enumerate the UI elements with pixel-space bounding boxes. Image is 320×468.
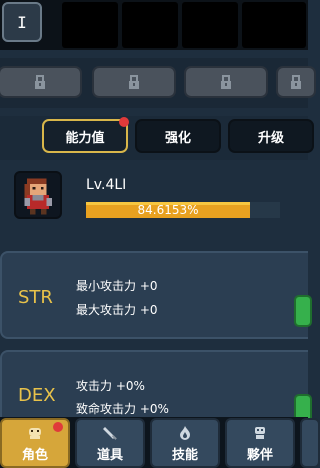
notification-dot xyxy=(53,422,63,432)
lock-icon xyxy=(35,75,45,89)
stat-name: STR xyxy=(18,287,53,308)
exp-bar: 84.6153% xyxy=(86,202,280,218)
nav-label: 夥伴 xyxy=(246,448,273,463)
locked-buttons-row xyxy=(0,58,316,108)
tab-label: 强化 xyxy=(164,130,191,146)
character-portrait-icon xyxy=(24,178,52,215)
top-slot-bar: I xyxy=(0,0,308,50)
sword-icon xyxy=(103,427,117,440)
lock-icon xyxy=(221,75,231,89)
empty-slot[interactable] xyxy=(242,2,306,48)
character-icon xyxy=(29,428,41,439)
lock-icon xyxy=(291,75,301,89)
notification-dot xyxy=(119,117,129,127)
character-profile: Lv.4LI 84.6153% xyxy=(0,163,308,238)
nav-label: 技能 xyxy=(171,448,198,463)
nav-label: 角色 xyxy=(21,448,48,463)
tab-bar: 能力值 强化 升级 xyxy=(0,116,314,160)
stat-effect: 最小攻击力 +0 xyxy=(76,279,158,293)
stat-upgrade-button[interactable] xyxy=(294,295,312,327)
exp-percent: 84.6153% xyxy=(137,203,199,217)
tab-upgrade[interactable]: 升级 xyxy=(228,119,314,153)
empty-slot[interactable] xyxy=(62,2,118,48)
nav-items[interactable]: 道具 xyxy=(75,418,145,468)
empty-slot[interactable] xyxy=(122,2,178,48)
nav-companions[interactable]: 夥伴 xyxy=(225,418,295,468)
stat-effect: 致命攻击力 +0% xyxy=(76,402,169,416)
locked-button[interactable] xyxy=(184,66,268,98)
companion-icon xyxy=(255,427,265,439)
stat-card-str: STR 最小攻击力 +0 最大攻击力 +0 xyxy=(0,251,312,339)
character-level: Lv.4LI xyxy=(86,177,127,193)
nav-skills[interactable]: 技能 xyxy=(150,418,220,468)
flame-icon xyxy=(180,426,190,440)
tab-stats[interactable]: 能力值 xyxy=(42,119,128,153)
slot-first[interactable]: I xyxy=(2,2,42,42)
avatar xyxy=(14,171,62,219)
tab-label: 能力值 xyxy=(65,130,105,146)
empty-slot[interactable] xyxy=(182,2,238,48)
tab-label: 升级 xyxy=(257,130,284,146)
stat-effect: 攻击力 +0% xyxy=(76,379,145,393)
locked-button[interactable] xyxy=(276,66,316,98)
locked-button[interactable] xyxy=(92,66,176,98)
nav-more[interactable] xyxy=(300,418,320,468)
nav-label: 道具 xyxy=(96,448,123,463)
tab-enhance[interactable]: 强化 xyxy=(135,119,221,153)
bottom-nav: 角色 道具 技能 夥伴 xyxy=(0,417,320,468)
stat-effect: 最大攻击力 +0 xyxy=(76,303,158,317)
locked-button[interactable] xyxy=(0,66,82,98)
lock-icon xyxy=(129,75,139,89)
stat-name: DEX xyxy=(18,385,56,406)
